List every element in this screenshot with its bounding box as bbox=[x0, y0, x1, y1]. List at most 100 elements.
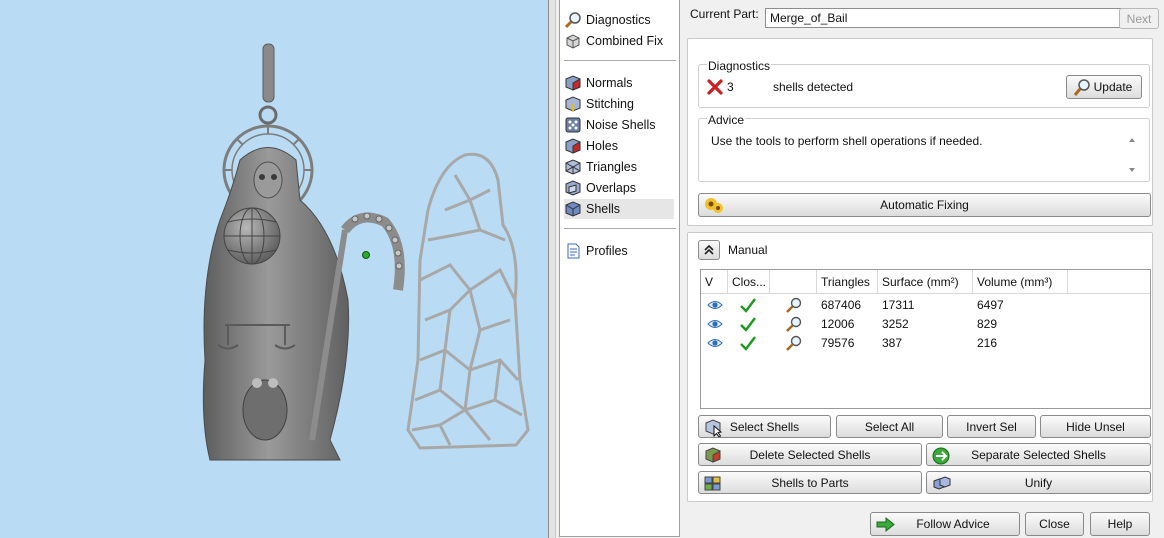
shells-to-parts-label: Shells to Parts bbox=[771, 475, 849, 490]
nav-item-label: Overlaps bbox=[586, 181, 637, 195]
col-header-visible[interactable]: V bbox=[701, 270, 728, 294]
current-part-dropdown[interactable]: Merge_of_Bail bbox=[765, 8, 1135, 28]
col-header-triangles[interactable]: Triangles bbox=[817, 270, 878, 294]
table-row[interactable]: 79576 387 216 bbox=[701, 334, 1150, 353]
document-icon bbox=[567, 243, 580, 259]
nav-divider bbox=[564, 228, 676, 229]
select-shells-icon bbox=[705, 419, 723, 437]
cube-fix-icon bbox=[566, 34, 580, 49]
nav-item-normals[interactable]: Normals bbox=[564, 73, 674, 93]
next-button[interactable]: Next bbox=[1119, 8, 1159, 29]
normals-cube-icon bbox=[565, 75, 581, 91]
panel-splitter[interactable] bbox=[549, 0, 556, 538]
sunflower-icon bbox=[705, 198, 723, 213]
cell-triangles: 687406 bbox=[821, 298, 862, 312]
scroll-down-icon[interactable] bbox=[1129, 168, 1135, 172]
advice-text: Use the tools to perform shell operation… bbox=[711, 134, 983, 148]
nav-item-triangles[interactable]: Triangles bbox=[564, 157, 674, 177]
unify-label: Unify bbox=[1024, 475, 1053, 490]
checkmark-icon bbox=[740, 298, 756, 313]
invert-selection-button[interactable]: Invert Sel bbox=[947, 415, 1036, 438]
follow-advice-button[interactable]: Follow Advice bbox=[870, 512, 1020, 536]
nav-item-shells[interactable]: Shells bbox=[564, 199, 674, 219]
model-render bbox=[202, 43, 530, 461]
nav-item-label: Triangles bbox=[586, 160, 637, 174]
nav-item-profiles[interactable]: Profiles bbox=[564, 241, 674, 261]
arrow-right-icon bbox=[876, 516, 895, 533]
delete-shells-icon bbox=[705, 447, 721, 463]
shells-to-parts-button[interactable]: Shells to Parts bbox=[698, 471, 922, 494]
diagnostics-title: Diagnostics bbox=[707, 59, 772, 73]
col-header-closed[interactable]: Clos... bbox=[728, 270, 770, 294]
select-shells-label: Select Shells bbox=[729, 419, 800, 434]
error-x-icon bbox=[707, 79, 723, 95]
current-part-value: Merge_of_Bail bbox=[770, 11, 848, 25]
lattice-shell bbox=[406, 152, 530, 450]
bail-shell bbox=[258, 43, 278, 125]
nav-item-combined-fix[interactable]: Combined Fix bbox=[564, 31, 674, 51]
shells-to-parts-icon bbox=[704, 476, 721, 491]
automatic-fixing-button[interactable]: Automatic Fixing bbox=[698, 193, 1151, 217]
collapse-manual-button[interactable] bbox=[698, 240, 720, 260]
nav-item-overlaps[interactable]: Overlaps bbox=[564, 178, 674, 198]
nav-item-stitching[interactable]: Stitching bbox=[564, 94, 674, 114]
zoom-to-shell-icon[interactable] bbox=[785, 335, 803, 352]
col-header-surface[interactable]: Surface (mm²) bbox=[878, 270, 973, 294]
nav-item-noise-shells[interactable]: Noise Shells bbox=[564, 115, 674, 135]
cell-triangles: 12006 bbox=[821, 317, 855, 331]
delete-selected-shells-label: Delete Selected Shells bbox=[749, 447, 871, 462]
magnifier-icon bbox=[1073, 79, 1090, 96]
cell-surface: 387 bbox=[882, 336, 903, 350]
unify-button[interactable]: Unify bbox=[926, 471, 1151, 494]
select-shells-button[interactable]: Select Shells bbox=[698, 415, 831, 438]
table-row[interactable]: 12006 3252 829 bbox=[701, 315, 1150, 334]
eye-icon[interactable] bbox=[707, 298, 723, 312]
nav-item-holes[interactable]: Holes bbox=[564, 136, 674, 156]
manual-title: Manual bbox=[728, 243, 768, 257]
nav-item-label: Diagnostics bbox=[586, 13, 651, 27]
nav-item-label: Stitching bbox=[586, 97, 634, 111]
eye-icon[interactable] bbox=[707, 317, 723, 331]
pivot-marker bbox=[362, 251, 370, 259]
unify-cubes-icon bbox=[933, 476, 951, 490]
nav-item-label: Normals bbox=[586, 76, 633, 90]
delete-selected-shells-button[interactable]: Delete Selected Shells bbox=[698, 443, 922, 466]
separate-shells-icon bbox=[932, 447, 950, 465]
shells-count: 3 bbox=[727, 80, 734, 94]
checkmark-icon bbox=[740, 336, 756, 351]
hide-unselected-button[interactable]: Hide Unsel bbox=[1040, 415, 1151, 438]
nav-item-diagnostics[interactable]: Diagnostics bbox=[564, 10, 674, 30]
col-header-volume[interactable]: Volume (mm³) bbox=[973, 270, 1068, 294]
magnifier-icon bbox=[564, 12, 581, 29]
current-part-label: Current Part: bbox=[690, 7, 759, 21]
eye-icon[interactable] bbox=[707, 336, 723, 350]
update-label: Update bbox=[1093, 80, 1133, 94]
separate-selected-shells-button[interactable]: Separate Selected Shells bbox=[926, 443, 1151, 466]
select-all-button[interactable]: Select All bbox=[836, 415, 943, 438]
nav-item-label: Holes bbox=[586, 139, 618, 153]
shells-cube-icon bbox=[565, 201, 581, 217]
col-header-zoom[interactable] bbox=[770, 270, 817, 294]
separate-selected-shells-label: Separate Selected Shells bbox=[971, 447, 1106, 462]
shells-detected-text: shells detected bbox=[773, 80, 854, 94]
nav-divider bbox=[564, 60, 676, 61]
overlaps-cube-icon bbox=[565, 180, 581, 196]
cell-volume: 829 bbox=[977, 317, 998, 331]
help-button[interactable]: Help bbox=[1090, 512, 1150, 536]
advice-scrollbar[interactable] bbox=[1125, 132, 1139, 178]
close-button[interactable]: Close bbox=[1025, 512, 1084, 536]
table-row[interactable]: 687406 17311 6497 bbox=[701, 296, 1150, 315]
update-button[interactable]: Update bbox=[1066, 75, 1142, 99]
cell-surface: 3252 bbox=[882, 317, 909, 331]
3d-viewport[interactable] bbox=[0, 0, 548, 538]
col-header-blank bbox=[1068, 270, 1150, 294]
repair-panel: Diagnostics Combined Fix Normals Stitchi… bbox=[548, 0, 1164, 538]
nav-item-label: Shells bbox=[586, 202, 621, 216]
cell-volume: 6497 bbox=[977, 298, 1004, 312]
repair-nav-list: Diagnostics Combined Fix Normals Stitchi… bbox=[559, 0, 680, 537]
zoom-to-shell-icon[interactable] bbox=[785, 297, 803, 314]
checkmark-icon bbox=[740, 317, 756, 332]
scroll-up-icon[interactable] bbox=[1129, 138, 1135, 142]
shells-table: V Clos... Triangles Surface (mm²) Volume… bbox=[700, 269, 1151, 409]
zoom-to-shell-icon[interactable] bbox=[785, 316, 803, 333]
